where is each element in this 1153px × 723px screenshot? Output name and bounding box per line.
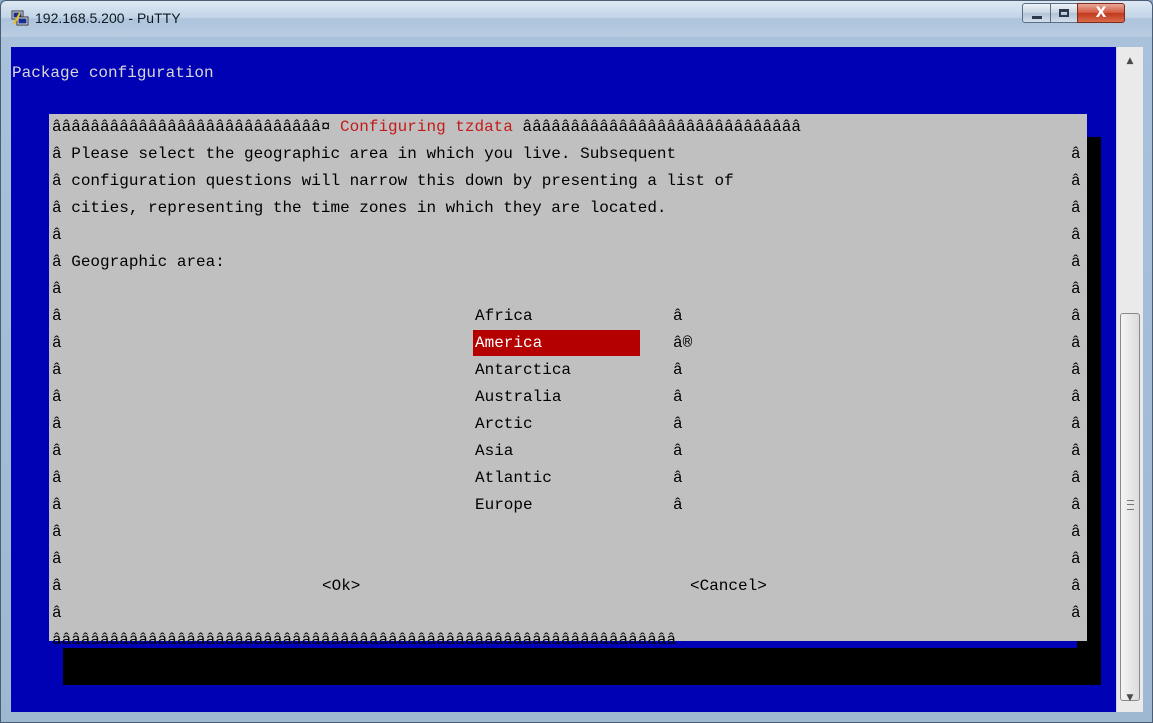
left-border: â xyxy=(52,442,62,460)
right-border: â xyxy=(1071,492,1087,519)
list-item-antarctica[interactable]: Antarctica xyxy=(473,357,640,383)
right-border: â xyxy=(1071,519,1087,546)
terminal-screen[interactable]: Package configuration ââââââââââââââââââ… xyxy=(11,47,1116,712)
right-border: â xyxy=(1071,168,1087,195)
border-left: ââââââââââââââââââââââââââââ¤ xyxy=(52,118,341,136)
left-border: â xyxy=(52,577,62,595)
left-border: â xyxy=(52,604,62,622)
right-border: â xyxy=(1071,384,1087,411)
description-line-1: â Please select the geographic area in w… xyxy=(52,145,677,163)
dialog-title: Configuring tzdata xyxy=(340,118,513,136)
description-line-3: â cities, representing the time zones in… xyxy=(52,199,667,217)
right-border: â xyxy=(1071,249,1087,276)
right-border: â xyxy=(1071,573,1087,600)
left-border: â xyxy=(52,523,62,541)
scroll-up-button[interactable]: ▲ xyxy=(1117,51,1143,71)
right-border: â xyxy=(1071,411,1087,438)
right-border: â xyxy=(1071,546,1087,573)
list-item-arctic[interactable]: Arctic xyxy=(473,411,640,437)
triangle-down-icon: ▼ xyxy=(1126,693,1134,703)
list-item-asia[interactable]: Asia xyxy=(473,438,640,464)
list-item-america[interactable]: America xyxy=(473,330,640,356)
right-border: â xyxy=(1071,222,1087,249)
scrollbar-thumb[interactable] xyxy=(1120,313,1140,701)
right-border: â xyxy=(1071,195,1087,222)
left-border: â xyxy=(52,469,62,487)
description-line-2: â configuration questions will narrow th… xyxy=(52,172,734,190)
left-border: â xyxy=(52,496,62,514)
left-border: â xyxy=(52,334,62,352)
right-border: â xyxy=(1071,465,1087,492)
right-border: â xyxy=(1071,141,1087,168)
geographic-area-prompt: â Geographic area: xyxy=(52,253,225,271)
right-border: â xyxy=(1071,438,1087,465)
vertical-scrollbar[interactable]: ▲ ▼ xyxy=(1116,47,1143,712)
title-bar[interactable]: 192.168.5.200 - PuTTY X xyxy=(1,1,1152,37)
window-title: 192.168.5.200 - PuTTY xyxy=(35,10,181,26)
terminal-header: Package configuration xyxy=(12,64,214,82)
list-item-atlantic[interactable]: Atlantic xyxy=(473,465,640,491)
left-border: â xyxy=(52,361,62,379)
scroll-down-button[interactable]: ▼ xyxy=(1117,688,1143,708)
minimize-button[interactable] xyxy=(1022,3,1051,23)
blank-line: â xyxy=(52,280,62,298)
putty-window: 192.168.5.200 - PuTTY X Package configur… xyxy=(0,0,1153,723)
grip-icon xyxy=(1127,500,1134,510)
list-item-europe[interactable]: Europe xyxy=(473,492,640,518)
tzdata-dialog: ââââââââââââââââââââââââââââ¤ Configurin… xyxy=(49,114,1087,649)
putty-icon xyxy=(11,10,29,26)
cancel-button[interactable]: <Cancel> xyxy=(690,573,767,600)
border-right: âââââââââââââââââââââââââââââ xyxy=(512,118,801,136)
close-button[interactable]: X xyxy=(1077,3,1125,23)
list-border: â xyxy=(673,388,683,406)
right-border: â xyxy=(1071,600,1087,627)
minimize-icon xyxy=(1031,15,1042,19)
blank-line: â xyxy=(52,226,62,244)
list-item-australia[interactable]: Australia xyxy=(473,384,640,410)
list-border: â xyxy=(673,361,683,379)
right-border: â xyxy=(1071,276,1087,303)
list-border: â xyxy=(673,469,683,487)
left-border: â xyxy=(52,415,62,433)
list-border: â xyxy=(673,415,683,433)
list-border: â xyxy=(673,307,683,325)
list-item-africa[interactable]: Africa xyxy=(473,303,640,329)
triangle-up-icon: ▲ xyxy=(1126,56,1134,66)
maximize-button[interactable] xyxy=(1050,3,1078,23)
list-border: â xyxy=(673,442,683,460)
ok-button[interactable]: <Ok> xyxy=(322,573,360,600)
list-border: â xyxy=(673,496,683,514)
left-border: â xyxy=(52,388,62,406)
close-icon: X xyxy=(1095,5,1107,21)
maximize-icon xyxy=(1059,9,1069,17)
left-border: â xyxy=(52,550,62,568)
left-border: â xyxy=(52,307,62,325)
dialog-top-border: ââââââââââââââââââââââââââââ¤ Configurin… xyxy=(52,114,801,141)
dialog-bottom-border: ââââââââââââââââââââââââââââââââââââââââ… xyxy=(52,631,677,649)
list-scroll-indicator: â® xyxy=(673,334,693,352)
right-border: â xyxy=(1071,330,1087,357)
right-border: â xyxy=(1071,303,1087,330)
right-border: â xyxy=(1071,357,1087,384)
